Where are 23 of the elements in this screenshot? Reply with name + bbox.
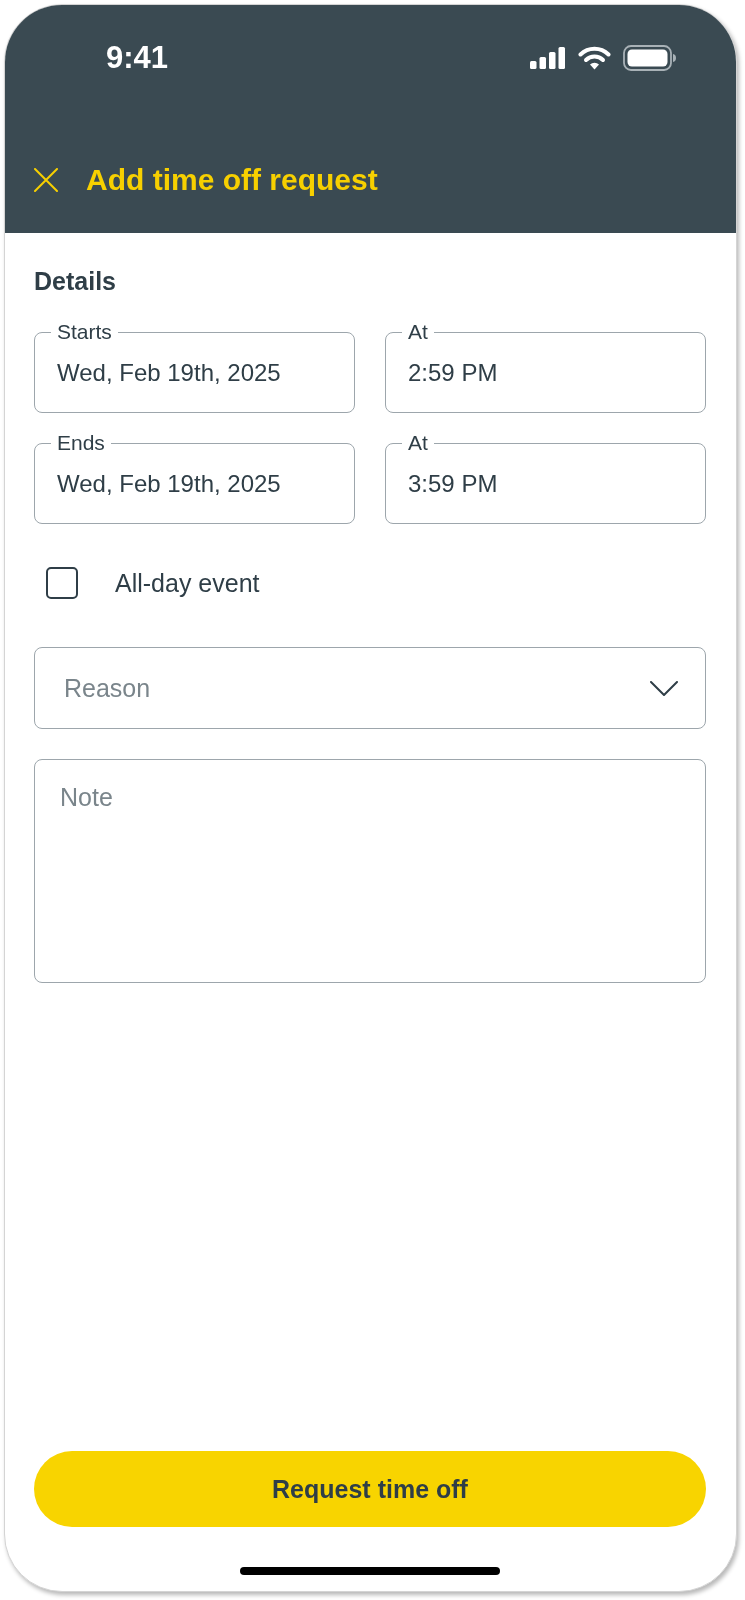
chevron-down-icon: [650, 680, 678, 696]
section-heading: Details: [34, 266, 117, 296]
reason-dropdown[interactable]: Reason: [34, 647, 706, 729]
close-button[interactable]: [34, 168, 58, 192]
close-icon: [34, 168, 58, 192]
field-value: 3:59 PM: [408, 469, 499, 499]
field-label: Ends: [56, 432, 106, 454]
battery-icon: [623, 45, 676, 71]
date-field[interactable]: Ends Wed, Feb 19th, 2025: [34, 432, 355, 524]
page-title: Add time off request: [86, 162, 378, 198]
field-value: 2:59 PM: [408, 358, 499, 388]
field-value: Wed, Feb 19th, 2025: [57, 358, 282, 388]
submit-button[interactable]: Request time off: [34, 1451, 706, 1527]
field-label: Starts: [56, 321, 113, 343]
field-label: At: [407, 321, 429, 343]
field-label: At: [407, 432, 429, 454]
signal-icon: [530, 47, 566, 69]
wifi-icon: [578, 46, 611, 70]
status-time: 9:41: [106, 40, 169, 76]
checkbox[interactable]: [46, 567, 78, 599]
checkbox-label: All-day event: [115, 568, 260, 598]
note-field[interactable]: Note: [34, 759, 706, 983]
field-value: Wed, Feb 19th, 2025: [57, 469, 282, 499]
